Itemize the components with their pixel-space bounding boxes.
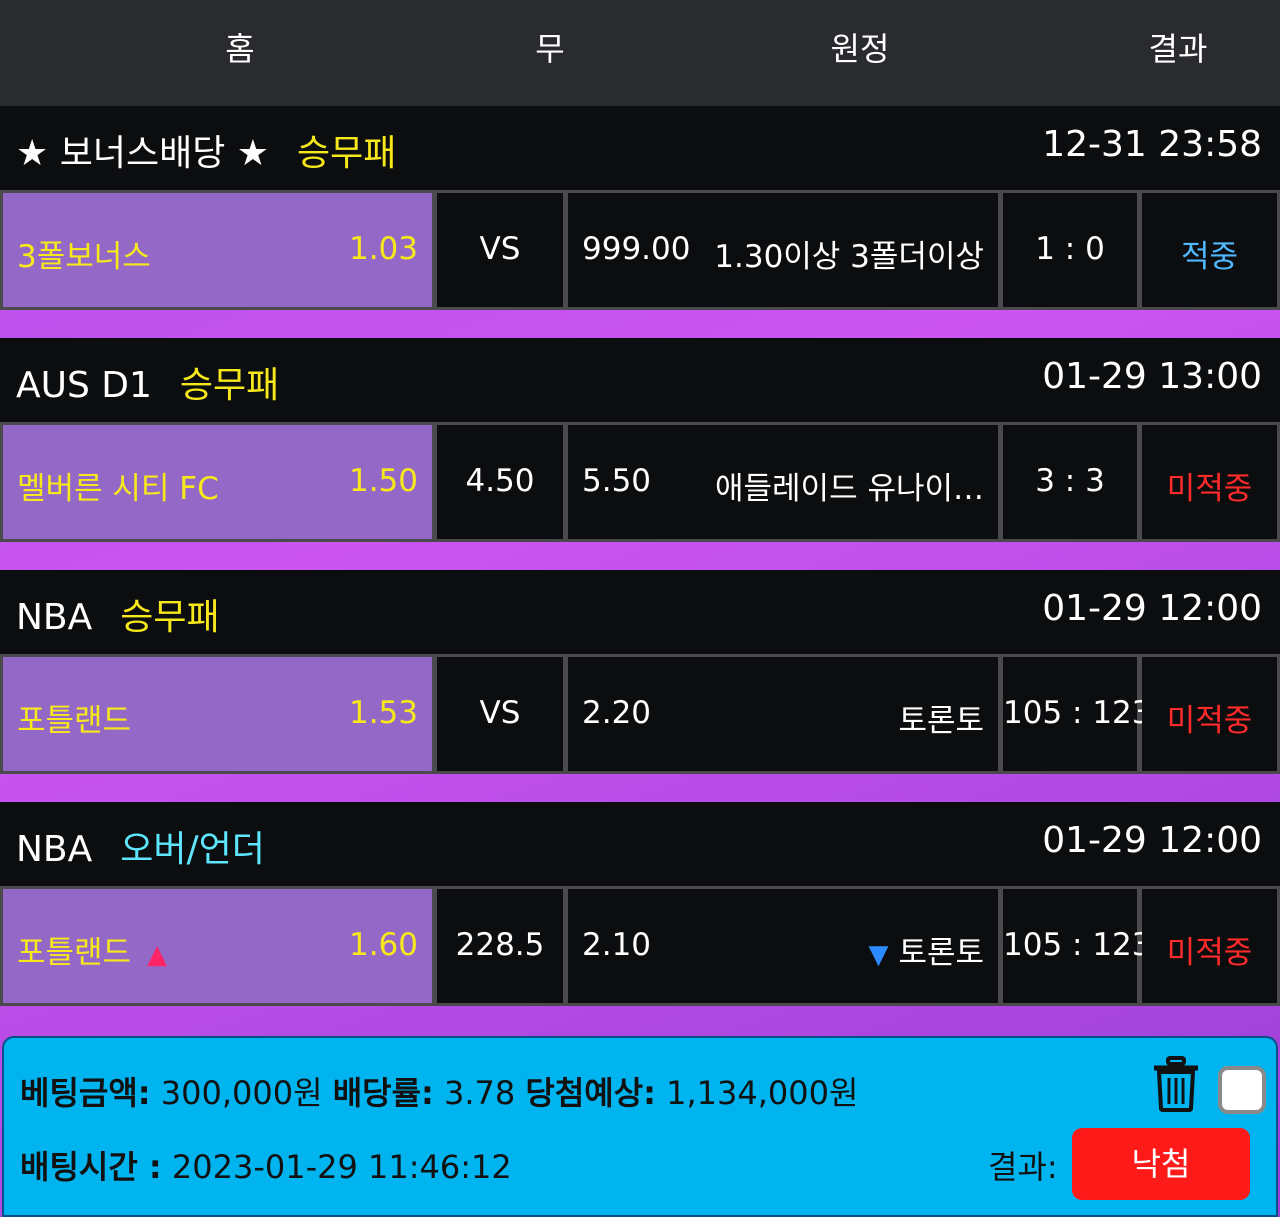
draw-cell[interactable]: 4.50 (437, 425, 563, 539)
bet-header: NBA 오버/언더 01-29 12:00 (0, 802, 1280, 886)
home-cell[interactable]: 포틀랜드 1.53 (3, 657, 432, 771)
summary-line-2: 배팅시간 : 2023-01-29 11:46:12 (20, 1142, 512, 1188)
header-result: 결과 (1148, 30, 1208, 68)
bet-time-label: 배팅시간 : (20, 1148, 162, 1186)
bet-time: 2023-01-29 11:46:12 (171, 1148, 512, 1186)
match-time: 01-29 12:00 (1042, 820, 1262, 861)
bet-row: 3폴보너스 1.03 VS 999.00 1.30이상 3폴더이상 1 : 0 … (0, 190, 1280, 310)
away-cell[interactable]: 2.20 토론토 (568, 657, 998, 771)
away-team: 애들레이드 유나이… (714, 471, 984, 507)
away-team: 토론토 (898, 703, 984, 739)
league-name: ★ 보너스배당 ★ (16, 133, 270, 174)
home-odd: 1.53 (348, 695, 418, 731)
expected-win: 1,134,000원 (666, 1074, 859, 1112)
away-team: 1.30이상 3폴더이상 (714, 239, 984, 275)
league-wrap: NBA 승무패 (16, 588, 220, 640)
header-draw: 무 (535, 30, 565, 68)
bet-row: 포틀랜드 ▲ 1.60 228.5 2.10 ▼ 토론토 105 : 123 미적중 (0, 886, 1280, 1006)
league-name: AUS D1 (16, 365, 152, 406)
draw-value: 4.50 (465, 463, 535, 499)
match-time: 12-31 23:58 (1042, 124, 1262, 165)
header-away: 원정 (830, 30, 890, 68)
result-label: 결과: (988, 1148, 1058, 1186)
draw-cell[interactable]: 228.5 (437, 889, 563, 1003)
home-odd: 1.50 (348, 463, 418, 499)
score-cell: 105 : 123 (1003, 889, 1152, 1003)
league-wrap: AUS D1 승무패 (16, 356, 279, 408)
away-team: 토론토 (898, 935, 984, 971)
home-team: 포틀랜드 (17, 703, 132, 739)
match-time: 01-29 12:00 (1042, 588, 1262, 629)
result-cell: 미적중 (1142, 889, 1277, 1003)
home-team: 포틀랜드 (17, 935, 132, 971)
result-cell: 적중 (1142, 193, 1277, 307)
away-cell[interactable]: 999.00 1.30이상 3폴더이상 (568, 193, 998, 307)
away-cell[interactable]: 5.50 애들레이드 유나이… (568, 425, 998, 539)
trash-icon[interactable] (1152, 1056, 1200, 1112)
away-odd: 999.00 (582, 231, 691, 267)
result-status: 미적중 (1166, 703, 1253, 739)
home-team: 3폴보너스 (17, 239, 151, 275)
under-arrow-icon: ▼ (868, 940, 889, 970)
header-home: 홈 (225, 30, 255, 68)
score: 3 : 3 (1035, 463, 1105, 499)
odds-label: 배당률: (332, 1074, 434, 1112)
home-odd: 1.60 (348, 927, 418, 963)
bet-type: 승무패 (120, 597, 220, 638)
league-wrap: ★ 보너스배당 ★ 승무패 (16, 124, 396, 176)
result-status: 미적중 (1166, 471, 1253, 507)
league-name: NBA (16, 829, 93, 870)
bet-amount: 300,000원 (160, 1074, 323, 1112)
draw-value: 228.5 (455, 927, 545, 963)
result-status: 적중 (1180, 239, 1239, 275)
bet-row: 포틀랜드 1.53 VS 2.20 토론토 105 : 123 미적중 (0, 654, 1280, 774)
draw-value: VS (479, 231, 521, 267)
home-team-wrap: 포틀랜드 ▲ (17, 927, 167, 972)
score: 1 : 0 (1035, 231, 1105, 267)
bet-header: ★ 보너스배당 ★ 승무패 12-31 23:58 (0, 106, 1280, 190)
bet-type: 승무패 (297, 133, 397, 174)
away-odd: 2.10 (582, 927, 652, 963)
result-cell: 미적중 (1142, 657, 1277, 771)
total-odds: 3.78 (443, 1074, 516, 1112)
draw-value: VS (479, 695, 521, 731)
result-status: 미적중 (1166, 935, 1253, 971)
match-time: 01-29 13:00 (1042, 356, 1262, 397)
home-team: 멜버른 시티 FC (17, 471, 219, 507)
bet-summary-panel: 베팅금액: 300,000원 배당률: 3.78 당첨예상: 1,134,000… (2, 1036, 1278, 1217)
home-cell[interactable]: 3폴보너스 1.03 (3, 193, 432, 307)
draw-cell[interactable]: VS (437, 657, 563, 771)
score-cell: 105 : 123 (1003, 657, 1152, 771)
bet-amount-label: 베팅금액: (20, 1074, 151, 1112)
bet-header: AUS D1 승무패 01-29 13:00 (0, 338, 1280, 422)
away-cell[interactable]: 2.10 ▼ 토론토 (568, 889, 998, 1003)
away-odd: 2.20 (582, 695, 652, 731)
select-checkbox[interactable] (1218, 1066, 1266, 1114)
draw-cell[interactable]: VS (437, 193, 563, 307)
home-cell[interactable]: 포틀랜드 ▲ 1.60 (3, 889, 432, 1003)
bet-type: 오버/언더 (120, 829, 265, 870)
summary-line-1: 베팅금액: 300,000원 배당률: 3.78 당첨예상: 1,134,000… (20, 1068, 858, 1114)
league-wrap: NBA 오버/언더 (16, 820, 265, 872)
result-cell: 미적중 (1142, 425, 1277, 539)
bet-type: 승무패 (179, 365, 280, 406)
score: 105 : 123 (1003, 695, 1152, 731)
league-name: NBA (16, 597, 93, 638)
home-cell[interactable]: 멜버른 시티 FC 1.50 (3, 425, 432, 539)
away-team-wrap: ▼ 토론토 (868, 927, 984, 972)
result-lose-button[interactable]: 낙첨 (1072, 1128, 1250, 1200)
bet-header: NBA 승무패 01-29 12:00 (0, 570, 1280, 654)
score: 105 : 123 (1003, 927, 1152, 963)
over-arrow-icon: ▲ (147, 940, 168, 970)
bet-row: 멜버른 시티 FC 1.50 4.50 5.50 애들레이드 유나이… 3 : … (0, 422, 1280, 542)
score-cell: 3 : 3 (1003, 425, 1137, 539)
column-header: 홈 무 원정 결과 (0, 0, 1280, 106)
score-cell: 1 : 0 (1003, 193, 1137, 307)
expected-label: 당첨예상: (525, 1074, 656, 1112)
home-odd: 1.03 (348, 231, 418, 267)
away-odd: 5.50 (582, 463, 652, 499)
